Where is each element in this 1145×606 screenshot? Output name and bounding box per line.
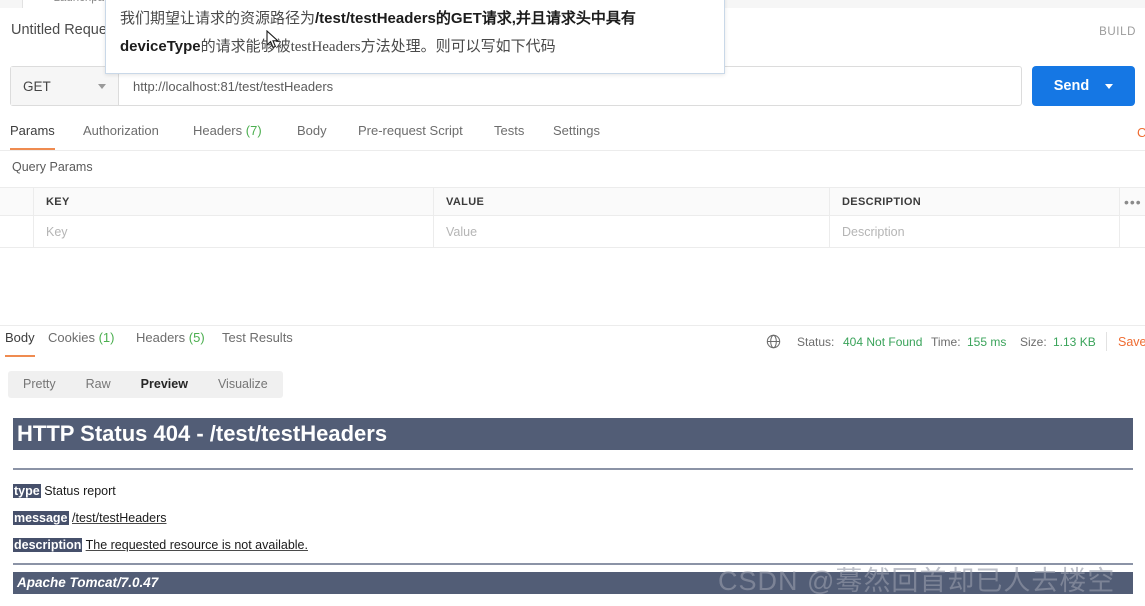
size-value-text: 1.13 KB — [1053, 335, 1096, 349]
http-method-label: GET — [23, 78, 51, 94]
build-mode-label[interactable]: BUILD — [1099, 26, 1136, 38]
tomcat-rule-bottom — [13, 563, 1133, 565]
response-divider — [0, 325, 1145, 326]
tab-settings[interactable]: Settings — [553, 120, 600, 150]
background-tab-label: Launchpad — [54, 0, 111, 4]
tomcat-row-description: description The requested resource is no… — [13, 538, 308, 552]
send-button[interactable]: Send — [1032, 66, 1135, 106]
status-badge: 404 Not Found — [843, 335, 922, 349]
tooltip-header-highlight: deviceType — [120, 38, 201, 55]
tomcat-rule-top — [13, 468, 1133, 470]
tooltip-text-3: 的请求能够被testHeaders方法处理。则可以写如下代码 — [200, 39, 556, 55]
tomcat-row-type: type Status report — [13, 484, 116, 498]
tab-params-label: Params — [10, 123, 55, 138]
response-tab-headers[interactable]: Headers (5) — [136, 330, 205, 357]
param-key-placeholder: Key — [46, 224, 68, 239]
http-method-selector[interactable]: GET — [11, 67, 119, 105]
param-description-placeholder: Description — [842, 224, 905, 239]
response-tab-test-results-label: Test Results — [222, 330, 293, 345]
column-header-key-label: KEY — [46, 195, 70, 208]
size-label-text: Size: — [1020, 335, 1047, 349]
globe-icon[interactable] — [766, 334, 781, 349]
tab-headers[interactable]: Headers (7) — [193, 120, 262, 150]
column-header-value: VALUE — [434, 188, 830, 215]
response-tab-body-label: Body — [5, 330, 35, 345]
response-viewer-toggle: Pretty Raw Preview Visualize — [8, 371, 283, 398]
table-row: Key Value Description — [0, 216, 1145, 247]
viewer-raw-button[interactable]: Raw — [71, 371, 126, 398]
select-all-checkbox-cell[interactable] — [0, 188, 34, 215]
tab-headers-label: Headers — [193, 123, 243, 138]
viewer-preview-button[interactable]: Preview — [126, 371, 203, 398]
size-value: 1.13 KB — [1053, 335, 1096, 349]
chevron-down-icon — [98, 83, 106, 89]
tooltip-text-2: 的GET请求,并且请求头中具有 — [435, 10, 636, 27]
response-tab-cookies-count: (1) — [98, 330, 115, 345]
response-tab-body[interactable]: Body — [5, 330, 35, 357]
tomcat-row-message-value: /test/testHeaders — [72, 511, 167, 525]
viewer-pretty-button[interactable]: Pretty — [8, 371, 71, 398]
time-label-text: Time: — [931, 335, 961, 349]
tomcat-footer: Apache Tomcat/7.0.47 — [13, 572, 1133, 594]
time-value: 155 ms — [967, 335, 1006, 349]
status-label: Status: — [797, 335, 834, 349]
query-params-title: Query Params — [12, 160, 93, 174]
tab-headers-count: (7) — [245, 123, 262, 138]
tooltip-text-1: 我们期望让请求的资源路径为 — [120, 11, 316, 27]
response-tab-test-results[interactable]: Test Results — [222, 330, 293, 357]
tab-tests[interactable]: Tests — [494, 120, 524, 150]
param-description-input[interactable]: Description — [830, 216, 1120, 247]
size-label: Size: — [1020, 335, 1047, 349]
save-response-button[interactable]: Save — [1118, 335, 1145, 349]
tab-authorization[interactable]: Authorization — [83, 120, 159, 150]
param-value-input[interactable]: Value — [434, 216, 830, 247]
tab-tests-label: Tests — [494, 123, 525, 138]
param-value-placeholder: Value — [446, 224, 478, 239]
meta-divider — [1106, 332, 1107, 351]
send-options-chevron-icon[interactable] — [1105, 83, 1114, 89]
url-input-value: http://localhost:81/test/testHeaders — [133, 78, 334, 94]
row-checkbox-cell[interactable] — [0, 216, 34, 247]
status-value: 404 Not Found — [843, 335, 923, 349]
tomcat-row-type-value: Status report — [44, 484, 116, 498]
tab-body-label: Body — [297, 123, 327, 138]
tab-params[interactable]: Params — [10, 120, 55, 150]
response-tab-headers-label: Headers — [136, 330, 186, 345]
param-key-input[interactable]: Key — [34, 216, 434, 247]
tab-pre-request-script-label: Pre-request Script — [358, 123, 463, 138]
request-tab-bar: Params Authorization Headers (7) Body Pr… — [0, 120, 1145, 151]
request-cookies-link[interactable]: Cookies — [1137, 125, 1145, 140]
annotation-tooltip: 我们期望让请求的资源路径为/test/testHeaders的GET请求,并且请… — [105, 0, 725, 74]
column-header-description-label: DESCRIPTION — [842, 195, 922, 208]
response-tab-headers-count: (5) — [188, 330, 205, 345]
row-actions-cell[interactable] — [1120, 216, 1145, 247]
table-header-row: KEY VALUE DESCRIPTION ••• — [0, 188, 1145, 216]
tab-body[interactable]: Body — [297, 120, 327, 150]
query-params-table: KEY VALUE DESCRIPTION ••• Key Value Desc… — [0, 187, 1145, 248]
bulk-edit-button[interactable]: ••• — [1120, 188, 1145, 215]
tomcat-status-banner: HTTP Status 404 - /test/testHeaders — [13, 418, 1133, 450]
tab-pre-request-script[interactable]: Pre-request Script — [358, 120, 463, 150]
tomcat-row-description-value: The requested resource is not available. — [85, 538, 308, 552]
tomcat-row-type-label: type — [13, 484, 41, 498]
column-header-description: DESCRIPTION — [830, 188, 1120, 215]
request-title[interactable]: Untitled Reque — [11, 22, 107, 38]
column-header-value-label: VALUE — [446, 195, 485, 208]
tomcat-row-description-label: description — [13, 538, 83, 552]
viewer-visualize-button[interactable]: Visualize — [203, 371, 283, 398]
status-label-text: Status: — [797, 335, 835, 349]
more-options-icon: ••• — [1124, 193, 1142, 210]
time-label: Time: — [931, 335, 961, 349]
tab-authorization-label: Authorization — [83, 123, 159, 138]
tab-settings-label: Settings — [553, 123, 600, 138]
tomcat-row-message: message /test/testHeaders — [13, 511, 167, 525]
response-tab-cookies-label: Cookies — [48, 330, 95, 345]
column-header-key: KEY — [34, 188, 434, 215]
time-value-text: 155 ms — [967, 335, 1007, 349]
tooltip-path-highlight: /test/testHeaders — [315, 10, 436, 27]
response-tab-cookies[interactable]: Cookies (1) — [48, 330, 114, 357]
send-button-label: Send — [1053, 78, 1090, 94]
tomcat-row-message-label: message — [13, 511, 69, 525]
